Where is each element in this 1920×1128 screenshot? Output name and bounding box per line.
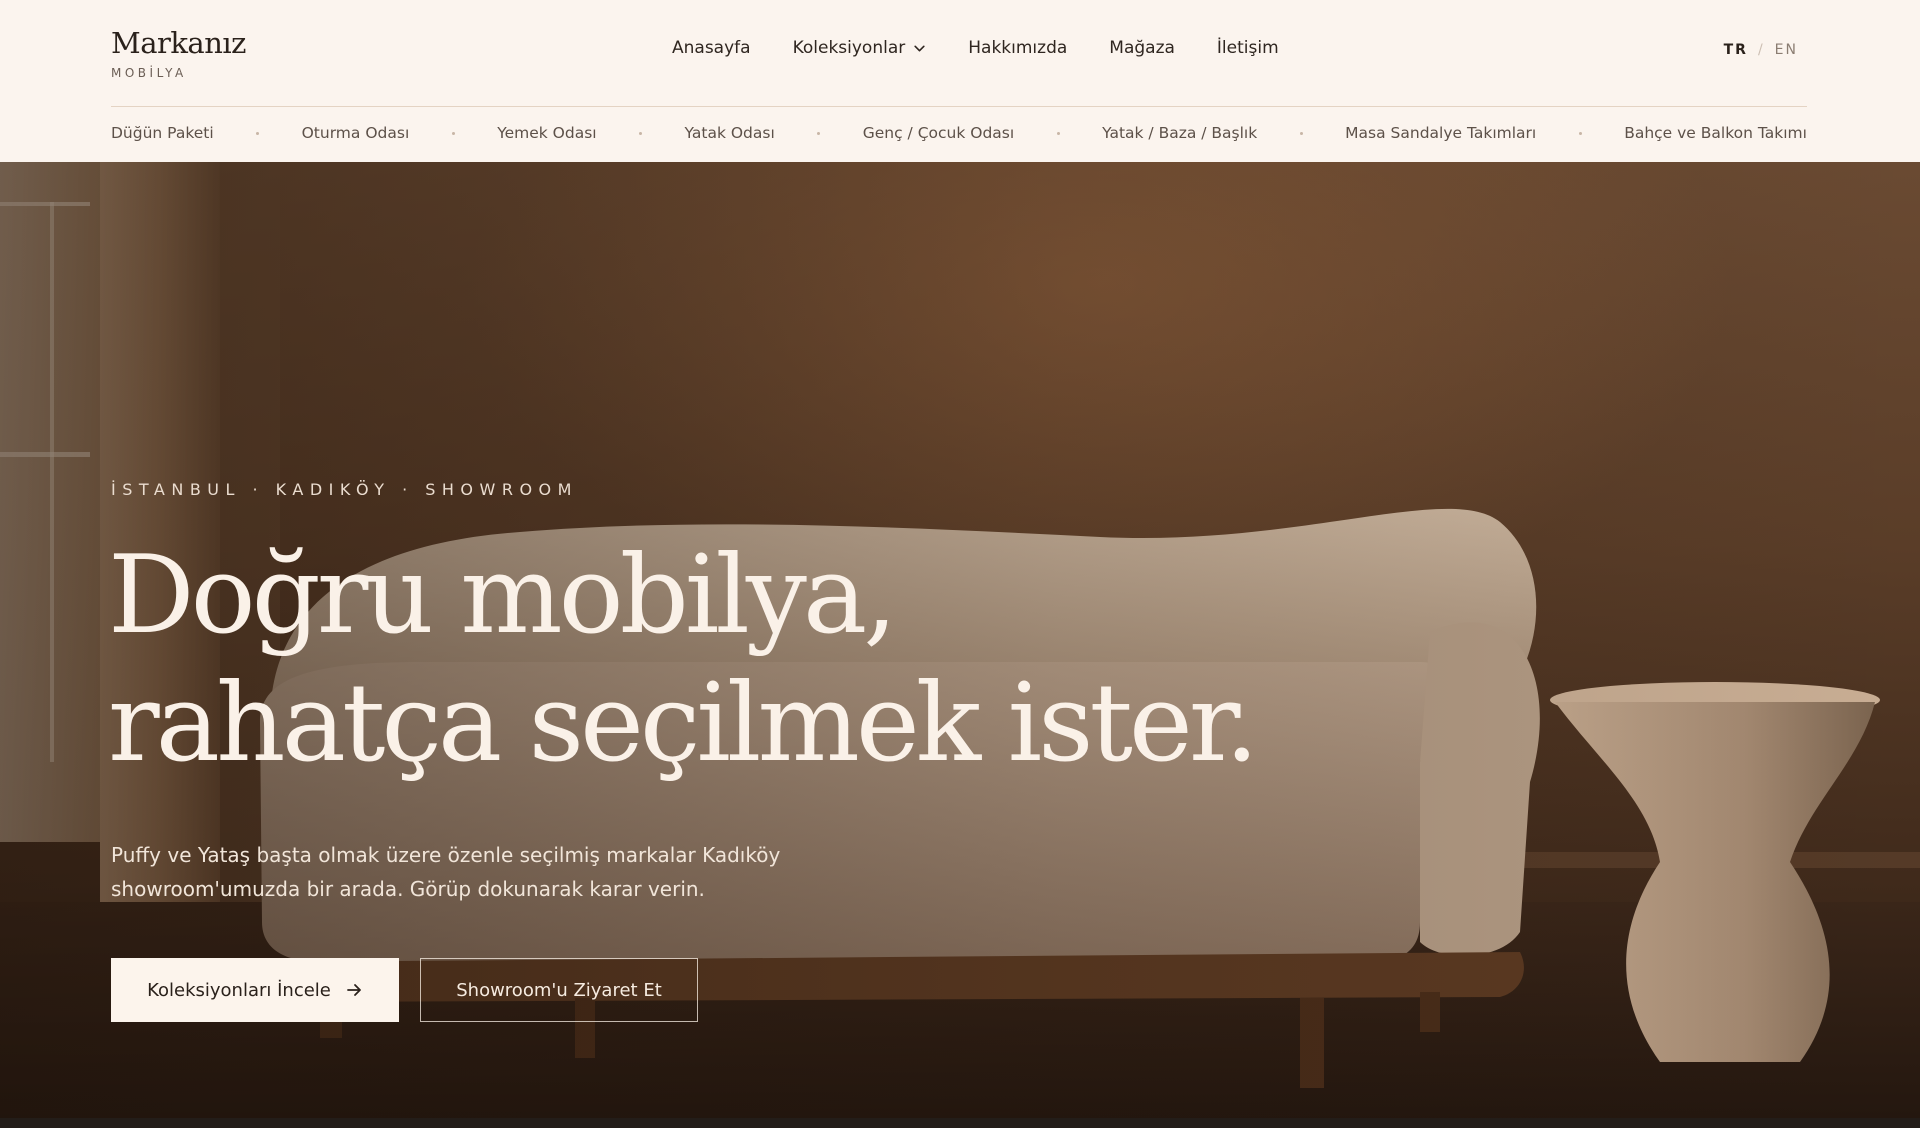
category-separator-dot xyxy=(1056,131,1060,135)
category-yemek-odasi[interactable]: Yemek Odası xyxy=(497,124,596,142)
category-navigation: Düğün Paketi Oturma Odası Yemek Odası Ya… xyxy=(111,124,1807,142)
lang-separator: / xyxy=(1757,42,1765,58)
nav-label: İletişim xyxy=(1216,38,1279,58)
lang-tr-link[interactable]: TR xyxy=(1724,42,1748,58)
site-header: Markanız MOBİLYA Anasayfa Koleksiyonlar … xyxy=(0,0,1920,162)
nav-label: Koleksiyonlar xyxy=(792,38,906,58)
visit-showroom-button[interactable]: Showroom'u Ziyaret Et xyxy=(420,958,698,1022)
category-separator-dot xyxy=(451,131,455,135)
brand-subtitle: MOBİLYA xyxy=(111,66,187,80)
category-yatak-baza-baslik[interactable]: Yatak / Baza / Başlık xyxy=(1102,124,1257,142)
nav-label: Hakkımızda xyxy=(968,38,1068,58)
nav-link-iletisim[interactable]: İletişim xyxy=(1217,38,1279,58)
category-yatak-odasi[interactable]: Yatak Odası xyxy=(685,124,775,142)
category-dugun-paketi[interactable]: Düğün Paketi xyxy=(111,124,214,142)
language-switcher: TR / EN xyxy=(1724,42,1798,58)
page-bottom-strip xyxy=(0,1118,1920,1128)
lang-en-link[interactable]: EN xyxy=(1775,42,1798,58)
category-genc-cocuk-odasi[interactable]: Genç / Çocuk Odası xyxy=(863,124,1014,142)
brand-name: Markanız xyxy=(111,26,246,60)
category-masa-sandalye[interactable]: Masa Sandalye Takımları xyxy=(1345,124,1536,142)
category-separator-dot xyxy=(817,131,821,135)
hero-kicker: İSTANBUL · KADIKÖY · SHOWROOM xyxy=(111,480,578,499)
category-separator-dot xyxy=(256,131,260,135)
visit-showroom-label: Showroom'u Ziyaret Et xyxy=(456,979,662,1001)
nav-link-hakkimizda[interactable]: Hakkımızda xyxy=(968,38,1067,58)
arrow-right-icon xyxy=(346,984,361,996)
browse-collections-button[interactable]: Koleksiyonları İncele xyxy=(111,958,399,1022)
nav-link-anasayfa[interactable]: Anasayfa xyxy=(672,38,751,58)
category-separator-dot xyxy=(639,131,643,135)
main-navigation: Anasayfa Koleksiyonlar Hakkımızda Mağaza… xyxy=(672,38,1279,58)
nav-link-koleksiyonlar[interactable]: Koleksiyonlar xyxy=(793,38,927,58)
category-separator-dot xyxy=(1578,131,1582,135)
header-divider xyxy=(111,106,1807,107)
nav-label: Anasayfa xyxy=(672,38,751,58)
browse-collections-label: Koleksiyonları İncele xyxy=(147,979,331,1001)
category-oturma-odasi[interactable]: Oturma Odası xyxy=(302,124,410,142)
hero-description: Puffy ve Yataş başta olmak üzere özenle … xyxy=(111,843,781,901)
nav-link-magaza[interactable]: Mağaza xyxy=(1109,38,1175,58)
brand-logo[interactable]: Markanız MOBİLYA xyxy=(111,26,246,80)
category-separator-dot xyxy=(1299,131,1303,135)
chevron-down-icon xyxy=(914,45,925,51)
category-bahce-balkon[interactable]: Bahçe ve Balkon Takımı xyxy=(1624,124,1807,142)
hero-headline: Doğru mobilya, rahatça seçilmek ister. xyxy=(108,532,1259,788)
hero-section: İSTANBUL · KADIKÖY · SHOWROOM Doğru mobi… xyxy=(0,162,1920,1118)
nav-label: Mağaza xyxy=(1109,38,1175,58)
hero-headline-line-1: Doğru mobilya, xyxy=(108,533,898,658)
hero-headline-line-2: rahatça seçilmek ister. xyxy=(108,661,1259,786)
